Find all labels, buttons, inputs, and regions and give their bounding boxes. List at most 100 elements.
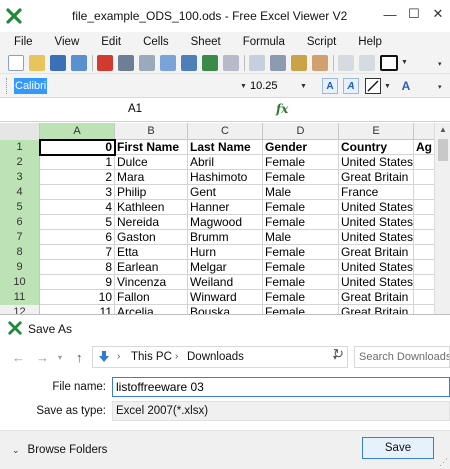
table-cell[interactable]: Melgar	[188, 260, 263, 275]
menu-file[interactable]: File	[14, 36, 33, 48]
table-cell[interactable]: United States	[339, 200, 414, 215]
table-cell[interactable]	[414, 230, 434, 245]
table-cell[interactable]: Female	[263, 275, 339, 290]
save-button[interactable]: Save	[362, 437, 434, 459]
resize-grip-icon[interactable]: ⋰	[439, 457, 448, 468]
table-cell[interactable]: Female	[263, 200, 339, 215]
table-cell[interactable]: Kathleen	[115, 200, 188, 215]
minimize-button[interactable]: —	[378, 4, 402, 24]
row-header[interactable]: 9	[0, 260, 40, 275]
table-cell[interactable]: Hanner	[188, 200, 263, 215]
table-cell[interactable]: Etta	[115, 245, 188, 260]
maximize-button[interactable]: ☐	[402, 4, 426, 24]
border-icon[interactable]	[380, 54, 398, 71]
row-header[interactable]: 4	[0, 185, 40, 200]
table-cell[interactable]: United States	[339, 215, 414, 230]
cut-icon[interactable]	[270, 54, 286, 71]
table-cell[interactable]: Brumm	[188, 230, 263, 245]
table-cell[interactable]: Dulce	[115, 155, 188, 170]
table-cell[interactable]: Male	[263, 230, 339, 245]
table-cell[interactable]: 2	[40, 170, 115, 185]
table-cell[interactable]: 5	[40, 215, 115, 230]
table-cell[interactable]: Fallon	[115, 290, 188, 305]
table-cell[interactable]	[414, 200, 434, 215]
format-painter-icon[interactable]	[312, 54, 328, 71]
recent-dropdown-icon[interactable]: ▾	[58, 353, 62, 362]
font-name-value[interactable]: Calibri	[14, 78, 48, 94]
close-button[interactable]: ✕	[426, 4, 450, 24]
table-cell[interactable]: France	[339, 185, 414, 200]
table-cell[interactable]	[414, 215, 434, 230]
vertical-scrollbar[interactable]: ▲	[434, 123, 450, 315]
table-cell[interactable]: Gaston	[115, 230, 188, 245]
file-name-input[interactable]	[113, 378, 449, 396]
table-cell[interactable]: Country	[339, 140, 414, 155]
table-cell[interactable]: Female	[263, 155, 339, 170]
toolbar-overflow-icon[interactable]: ▾	[438, 83, 442, 91]
table-cell[interactable]	[414, 185, 434, 200]
column-header[interactable]: D	[263, 123, 339, 140]
breadcrumb-this-pc[interactable]: This PC	[131, 351, 172, 363]
sheet-icon[interactable]	[202, 54, 218, 71]
row-header[interactable]: 5	[0, 200, 40, 215]
row-header[interactable]: 10	[0, 275, 40, 290]
print-icon[interactable]	[118, 54, 134, 71]
menu-script[interactable]: Script	[307, 36, 336, 48]
function-icon[interactable]: fx	[276, 102, 288, 116]
table-cell[interactable]	[414, 290, 434, 305]
table-cell[interactable]: Ag	[414, 140, 434, 155]
table-cell[interactable]: 6	[40, 230, 115, 245]
table-cell[interactable]: Female	[263, 245, 339, 260]
new-file-icon[interactable]	[8, 54, 24, 71]
print-preview-icon[interactable]	[139, 54, 155, 71]
table-cell[interactable]: United States	[339, 230, 414, 245]
table-cell[interactable]: Mara	[115, 170, 188, 185]
table-cell[interactable]: Great Britain	[339, 170, 414, 185]
table-cell[interactable]: Hashimoto	[188, 170, 263, 185]
scroll-thumb[interactable]	[438, 139, 448, 161]
select-all-corner[interactable]	[0, 123, 40, 140]
pdf-icon[interactable]	[97, 54, 113, 71]
menu-edit[interactable]: Edit	[101, 36, 121, 48]
table-cell[interactable]: 1	[40, 155, 115, 170]
table-cell[interactable]: Weiland	[188, 275, 263, 290]
table-cell[interactable]: Female	[263, 260, 339, 275]
table-cell[interactable]: Nereida	[115, 215, 188, 230]
table-cell[interactable]: Magwood	[188, 215, 263, 230]
table-cell[interactable]: 0	[39, 139, 116, 156]
font-color-button[interactable]: A	[398, 78, 414, 94]
save-type-select[interactable]: Excel 2007(*.xlsx)	[112, 401, 450, 421]
refresh-icon[interactable]: ↻	[333, 346, 344, 362]
table-cell[interactable]: 10	[40, 290, 115, 305]
chevron-down-icon[interactable]: ▼	[401, 59, 408, 66]
column-header[interactable]	[414, 123, 434, 140]
table-cell[interactable]: Great Britain	[339, 245, 414, 260]
menu-view[interactable]: View	[55, 36, 80, 48]
table-cell[interactable]: Gent	[188, 185, 263, 200]
column-header[interactable]: E	[339, 123, 414, 140]
row-header[interactable]: 3	[0, 170, 40, 185]
copy-icon[interactable]	[249, 54, 265, 71]
breadcrumb-downloads[interactable]: Downloads	[187, 351, 244, 363]
table-cell[interactable]: Hurn	[188, 245, 263, 260]
table-cell[interactable]: Vincenza	[115, 275, 188, 290]
toolbar-grip[interactable]	[6, 78, 8, 94]
fill-color-button[interactable]	[365, 78, 381, 94]
row-header[interactable]: 8	[0, 245, 40, 260]
column-header[interactable]: C	[188, 123, 263, 140]
italic-button[interactable]: A	[343, 78, 359, 94]
search-input[interactable]	[355, 347, 449, 367]
menu-help[interactable]: Help	[358, 36, 382, 48]
table-cell[interactable]: Gender	[263, 140, 339, 155]
font-name-select[interactable]: Calibri	[14, 78, 244, 94]
table-cell[interactable]: Female	[263, 170, 339, 185]
copy-sheet-icon[interactable]	[223, 54, 239, 71]
table-cell[interactable]: Abril	[188, 155, 263, 170]
export-icon[interactable]	[181, 54, 197, 71]
table-cell[interactable]: Last Name	[188, 140, 263, 155]
row-header[interactable]: 11	[0, 290, 40, 305]
table-cell[interactable]: First Name	[115, 140, 188, 155]
table-cell[interactable]	[414, 170, 434, 185]
font-size-select[interactable]: 10.25	[250, 80, 278, 92]
table-cell[interactable]: Great Britain	[339, 290, 414, 305]
